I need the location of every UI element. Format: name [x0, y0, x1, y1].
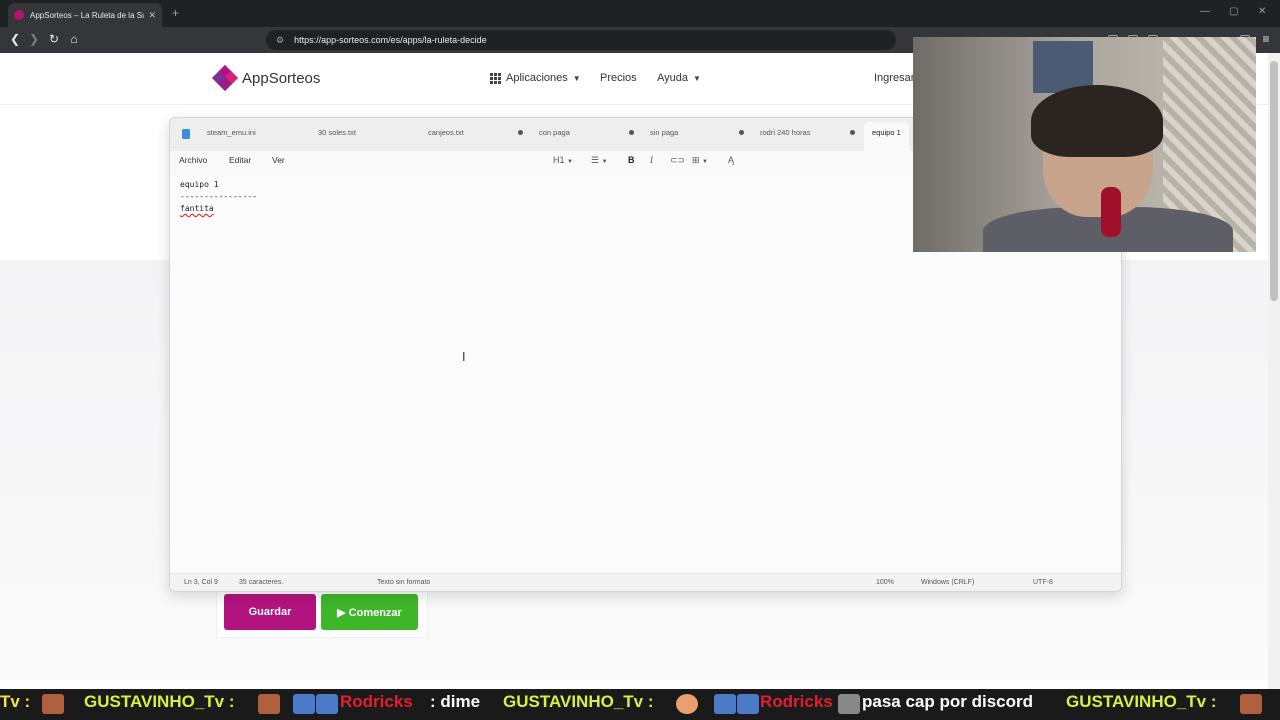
nav-ingresar-label: Ingresar — [874, 72, 915, 84]
browser-tab[interactable]: AppSorteos – La Ruleta de la Su ✕ — [8, 3, 162, 27]
ticker-message: pasa cap por discord — [862, 692, 1033, 711]
emote-icon — [1240, 694, 1262, 714]
browser-tab-bar: AppSorteos – La Ruleta de la Su ✕ + — ▢ … — [0, 0, 1280, 27]
nav-aplicaciones-label: Aplicaciones — [506, 72, 568, 84]
site-logo[interactable]: AppSorteos — [211, 64, 321, 92]
character-count: 35 caracteres. — [239, 579, 284, 586]
chevron-down-icon: ▼ — [693, 73, 701, 83]
chevron-down-icon: ▼ — [572, 73, 581, 83]
home-icon[interactable]: ⌂ — [66, 32, 82, 46]
clear-format-icon[interactable]: Ą — [728, 155, 734, 165]
browser-menu-icon[interactable]: ≡ — [1258, 32, 1274, 46]
tab-rodri-240-horas[interactable]: rodri 240 horas — [760, 128, 810, 137]
line-ending[interactable]: Windows (CRLF) — [921, 579, 974, 586]
bold-button[interactable]: B — [628, 155, 635, 165]
encoding[interactable]: UTF-8 — [1033, 579, 1053, 586]
chat-ticker: Tv : GUSTAVINHO_Tv : Rodricks : dime GUS… — [0, 689, 1280, 720]
scrollbar-thumb[interactable] — [1270, 61, 1278, 301]
notepad-status-bar: Ln 3, Col 9 35 caracteres. Texto sin for… — [170, 573, 1121, 591]
emote-icon — [838, 694, 860, 714]
table-icon[interactable]: ⊞ ▼ — [692, 155, 708, 166]
emote-icon — [258, 694, 280, 714]
ticker-username: Rodricks — [760, 692, 833, 711]
guardar-button[interactable]: Guardar — [224, 594, 316, 630]
nav-aplicaciones[interactable]: Aplicaciones ▼ — [490, 72, 581, 84]
editor-line: equipo 1 — [180, 180, 219, 189]
nav-ayuda[interactable]: Ayuda ▼ — [657, 72, 701, 84]
tab-30-soles[interactable]: 30 soles.txt — [318, 128, 356, 137]
badge-icon — [737, 694, 759, 714]
apps-grid-icon — [490, 72, 501, 84]
nav-ayuda-label: Ayuda — [657, 72, 688, 84]
heading-dropdown[interactable]: H1 ▼ — [553, 155, 573, 165]
menu-archivo[interactable]: Archivo — [179, 155, 207, 165]
tab-sin-paga[interactable]: sin paga — [650, 128, 678, 137]
italic-button[interactable]: I — [650, 155, 653, 165]
nav-precios[interactable]: Precios — [600, 72, 637, 84]
menu-ver[interactable]: Ver — [272, 155, 285, 165]
chevron-down-icon: ▼ — [567, 159, 573, 165]
back-icon[interactable]: ❮ — [7, 32, 23, 46]
tab-close-icon[interactable]: ✕ — [148, 10, 156, 21]
comenzar-button[interactable]: ▶ Comenzar — [321, 594, 418, 630]
logo-text: AppSorteos — [242, 69, 321, 87]
link-icon[interactable]: ⊂⊃ — [670, 155, 685, 166]
forward-icon[interactable]: ❯ — [26, 32, 42, 46]
appsorteos-logo-icon — [211, 64, 239, 92]
notepad-app-icon — [182, 129, 190, 139]
list-icon[interactable]: ☰ ▼ — [591, 155, 608, 166]
new-tab-button[interactable]: + — [172, 6, 179, 20]
webcam-overlay — [913, 37, 1256, 252]
nav-ingresar[interactable]: Ingresar — [874, 72, 914, 84]
minimize-icon[interactable]: — — [1200, 6, 1210, 17]
ticker-username: GUSTAVINHO_Tv : — [1066, 692, 1217, 711]
reload-icon[interactable]: ↻ — [46, 32, 62, 46]
badge-icon — [293, 694, 315, 714]
ticker-message: : dime — [430, 692, 481, 711]
nav-precios-label: Precios — [600, 72, 637, 84]
ticker-username: GUSTAVINHO_Tv : — [503, 692, 654, 711]
editor-line-misspelled: fantita — [180, 204, 214, 213]
badge-icon — [714, 694, 736, 714]
heading-label: H1 — [553, 155, 565, 165]
tab-title: AppSorteos – La Ruleta de la Su — [30, 10, 145, 20]
tab-equipo-1[interactable]: equipo 1 — [864, 122, 909, 151]
menu-editar[interactable]: Editar — [229, 155, 251, 165]
ticker-text: Tv : — [0, 692, 31, 711]
microphone-icon — [1101, 187, 1121, 237]
maximize-icon[interactable]: ▢ — [1229, 6, 1238, 17]
tab-steam-emu[interactable]: steam_emu.ini — [207, 128, 256, 137]
cursor-position: Ln 3, Col 9 — [184, 579, 218, 586]
text-cursor-icon: I — [462, 350, 466, 364]
emote-icon — [42, 694, 64, 714]
emote-icon — [676, 694, 698, 714]
format-indicator: Texto sin formato — [377, 579, 431, 586]
site-favicon-icon — [14, 10, 24, 20]
window-close-icon[interactable]: ✕ — [1258, 6, 1266, 17]
site-settings-icon[interactable]: ⚙ — [276, 35, 284, 46]
page-scrollbar[interactable] — [1268, 53, 1280, 690]
zoom-level[interactable]: 100% — [876, 579, 894, 586]
webcam-person-hair — [1031, 85, 1163, 157]
tab-con-paga[interactable]: con paga — [539, 128, 570, 137]
badge-icon — [316, 694, 338, 714]
address-bar[interactable]: ⚙ https://app-sorteos.com/es/apps/la-rul… — [266, 30, 896, 50]
ticker-username: GUSTAVINHO_Tv : — [84, 692, 235, 711]
url-text: https://app-sorteos.com/es/apps/la-rulet… — [294, 35, 487, 45]
tab-canjeos[interactable]: canjeos.txt — [428, 128, 464, 137]
ticker-username: Rodricks — [340, 692, 413, 711]
editor-line: ---------------- — [180, 192, 258, 201]
